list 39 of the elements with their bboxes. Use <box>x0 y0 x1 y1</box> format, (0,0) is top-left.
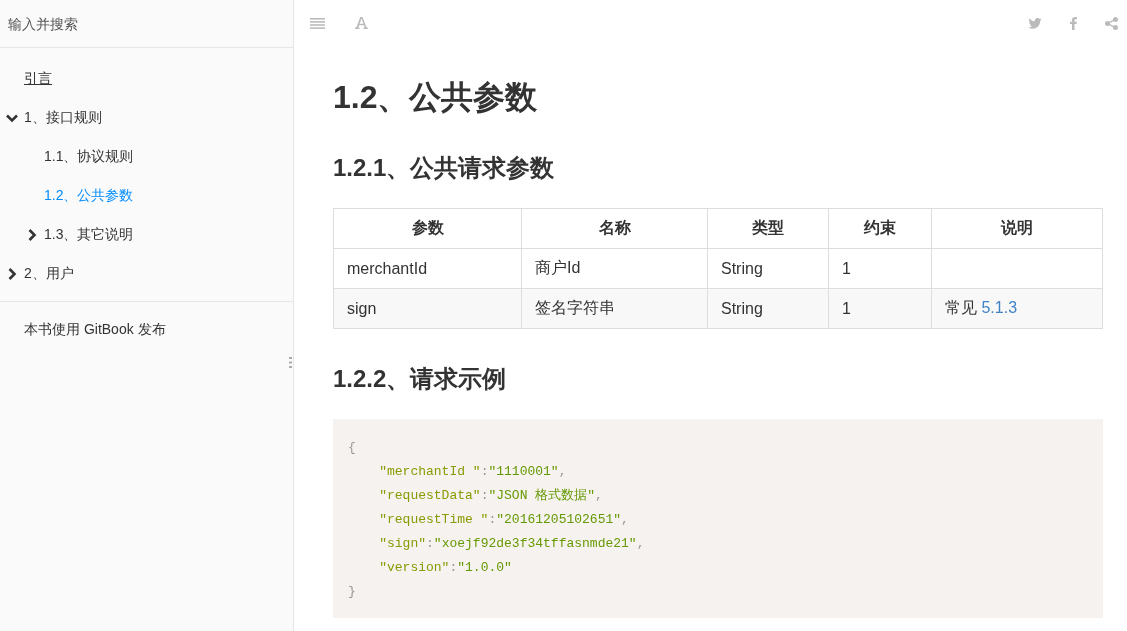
column-header: 参数 <box>333 208 522 249</box>
code-line: } <box>348 583 356 601</box>
column-header: 名称 <box>521 208 708 249</box>
code-line: { <box>348 439 356 457</box>
resize-handle-icon[interactable] <box>289 357 292 368</box>
section-heading: 1.2.1、公共请求参数 <box>333 153 556 183</box>
code-line: "requestData":"JSON 格式数据", <box>378 487 603 505</box>
table-cell: sign <box>333 288 522 329</box>
column-header: 说明 <box>931 208 1103 249</box>
table-cell: String <box>707 248 829 289</box>
table-cell: merchantId <box>333 248 522 289</box>
table-cell: 1 <box>828 288 932 329</box>
table-cell: 商户Id <box>521 248 708 289</box>
code-line: "version":"1.0.0" <box>378 559 512 577</box>
share-icon[interactable] <box>1105 16 1118 30</box>
code-line: "sign":"xoejf92de3f34tffasnmde21", <box>378 535 645 553</box>
page-title: 1.2、公共参数 <box>333 78 539 117</box>
font-icon[interactable] <box>355 17 368 29</box>
chevron-right-icon[interactable] <box>26 228 38 241</box>
column-header: 类型 <box>707 208 829 249</box>
code-line: "merchantId ":"1110001", <box>378 463 567 481</box>
nav-link[interactable]: 引言 <box>24 69 52 88</box>
facebook-icon[interactable] <box>1070 16 1077 30</box>
menu-icon[interactable] <box>310 17 325 29</box>
chevron-right-icon[interactable] <box>6 267 18 280</box>
section-heading: 1.2.2、请求示例 <box>333 364 508 394</box>
section-link[interactable]: 5.1.3 <box>981 299 1018 316</box>
table-cell: 签名字符串 <box>521 288 708 329</box>
bird-icon[interactable] <box>1028 17 1042 29</box>
nav-link[interactable]: 1、接口规则 <box>24 108 102 127</box>
nav-link[interactable]: 1.1、协议规则 <box>44 147 134 166</box>
table-cell: 1 <box>828 248 932 289</box>
nav-link[interactable]: 1.3、其它说明 <box>44 225 134 244</box>
nav-link[interactable]: 2、用户 <box>24 264 74 283</box>
code-line: "requestTime ":"20161205102651", <box>378 511 629 529</box>
column-header: 约束 <box>828 208 932 249</box>
table-cell-text: 常见 <box>945 299 978 316</box>
table-cell: String <box>707 288 829 329</box>
gitbook-link[interactable]: 本书使用 GitBook 发布 <box>24 321 166 337</box>
